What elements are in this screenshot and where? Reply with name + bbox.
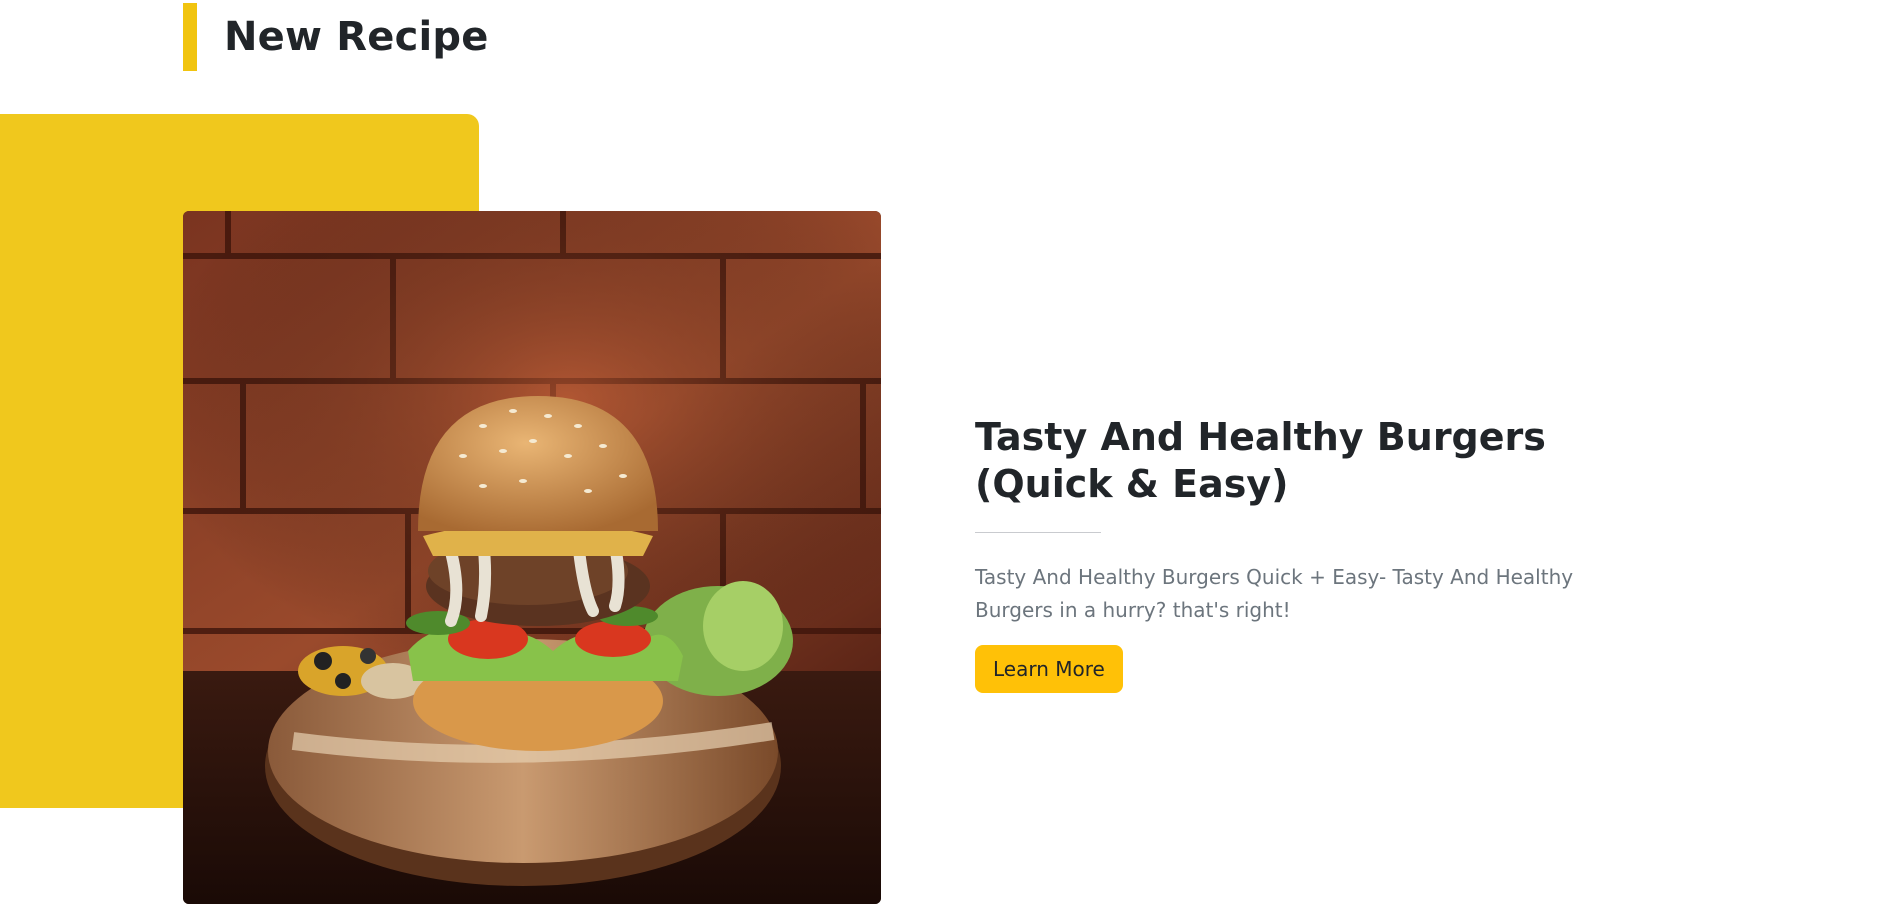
- title-divider: [975, 532, 1101, 533]
- section-accent-bar: [183, 3, 197, 71]
- burger-photo-icon: [183, 211, 881, 904]
- recipe-title: Tasty And Healthy Burgers (Quick & Easy): [975, 415, 1546, 506]
- section-header: New Recipe: [183, 3, 489, 71]
- learn-more-button[interactable]: Learn More: [975, 645, 1123, 693]
- recipe-image: [183, 211, 881, 904]
- recipe-description: Tasty And Healthy Burgers Quick + Easy- …: [975, 565, 1574, 622]
- section-title: New Recipe: [224, 14, 489, 60]
- recipe-content: Tasty And Healthy Burgers (Quick & Easy)…: [975, 414, 1595, 693]
